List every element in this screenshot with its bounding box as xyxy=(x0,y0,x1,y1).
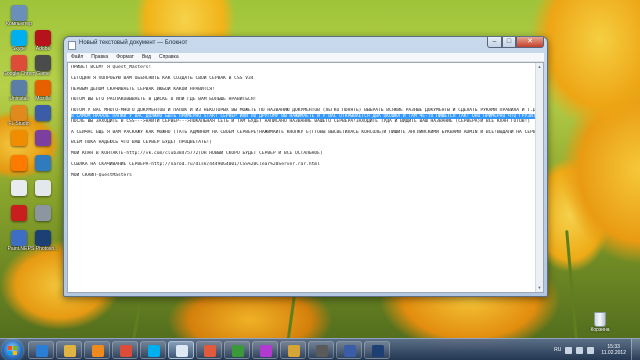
notepad-icon xyxy=(176,345,188,357)
taskbar-button[interactable] xyxy=(364,341,390,359)
desktop-icon-label: Game xyxy=(36,71,50,77)
desktop-icon-label: Adobe xyxy=(35,46,51,52)
recycle-bin-label: Корзина xyxy=(590,327,610,333)
desktop-icon[interactable]: Mozilla xyxy=(27,80,59,102)
menu-help[interactable]: Справка xyxy=(159,54,179,60)
clock[interactable]: 15:33 11.02.2012 xyxy=(601,344,626,356)
taskbar-button[interactable] xyxy=(84,341,110,359)
taskbar-button[interactable] xyxy=(140,341,166,359)
taskbar-button[interactable] xyxy=(56,341,82,359)
desktop-icon[interactable]: PS Photosh... xyxy=(27,230,59,252)
taskbar-button[interactable] xyxy=(280,341,306,359)
adobe-icon xyxy=(35,30,51,46)
desktop-icon[interactable] xyxy=(27,130,59,146)
skype-icon xyxy=(148,345,160,357)
paint-icon xyxy=(204,345,216,357)
desktop-icon-label: Компьютер xyxy=(6,21,32,27)
fl-studio-icon xyxy=(11,105,27,121)
explorer-icon xyxy=(64,345,76,357)
folder-icon xyxy=(288,345,300,357)
taskbar: RU 15:33 11.02.2012 xyxy=(0,338,640,360)
desktop-icon[interactable]: Game xyxy=(27,55,59,77)
title-bar[interactable]: Новый текстовый документ — Блокнот – □ ✕ xyxy=(64,37,547,53)
text-line[interactable]: ПОСЛЕ ВЫ ЗАХОДИТЕ В CSS--->НАЙТИ СЕРВЕР-… xyxy=(71,119,540,124)
photoshop-icon xyxy=(35,230,51,246)
maximize-button[interactable]: □ xyxy=(502,37,516,48)
system-tray: RU 15:33 11.02.2012 xyxy=(554,342,626,358)
scroll-up-arrow-icon[interactable]: ▲ xyxy=(536,63,543,71)
vertical-scrollbar[interactable]: ▲ ▼ xyxy=(535,63,543,292)
show-desktop-button[interactable] xyxy=(631,339,640,360)
menu-edit[interactable]: Правка xyxy=(91,54,108,60)
game-icon xyxy=(35,55,51,71)
taskbar-button[interactable] xyxy=(252,341,278,359)
text-line[interactable]: МОЙ СКАЙП-QuestMasters xyxy=(71,173,540,178)
printer-icon xyxy=(35,205,51,221)
desktop-icon[interactable] xyxy=(27,205,59,221)
text-line[interactable]: ПОТОМ У ВАС МНОГО-МНОГО ДОКУМЕНТОВ И ПАП… xyxy=(71,108,540,113)
recycle-bin[interactable]: Корзина xyxy=(584,312,616,333)
notepad-window[interactable]: Новый текстовый документ — Блокнот – □ ✕… xyxy=(63,36,548,297)
desktop-icon-label: PS Photosh... xyxy=(27,246,59,252)
music-icon xyxy=(260,345,272,357)
computer-icon xyxy=(11,5,27,21)
recycle-bin-icon xyxy=(594,312,606,327)
media-player-icon xyxy=(92,345,104,357)
taskbar-button[interactable] xyxy=(196,341,222,359)
taskbar-button[interactable] xyxy=(168,341,194,359)
paint-net-icon xyxy=(11,230,27,246)
uninstall-icon xyxy=(11,80,27,96)
window-title: Новый текстовый документ — Блокнот xyxy=(79,40,188,46)
desktop-icon[interactable] xyxy=(27,155,59,171)
archive-icon xyxy=(35,130,51,146)
acrobat-icon xyxy=(11,205,27,221)
music-icon xyxy=(35,155,51,171)
taskbar-button[interactable] xyxy=(336,341,362,359)
video-icon xyxy=(35,105,51,121)
chrome-icon xyxy=(120,345,132,357)
firefox-icon xyxy=(35,80,51,96)
desktop-icon[interactable] xyxy=(27,180,59,196)
document-icon xyxy=(35,180,51,196)
minimize-button[interactable]: – xyxy=(487,37,502,48)
game-icon xyxy=(316,345,328,357)
desktop-icon[interactable]: Adobe xyxy=(27,30,59,52)
taskbar-button[interactable] xyxy=(112,341,138,359)
scroll-down-arrow-icon[interactable]: ▼ xyxy=(536,284,543,292)
avast-icon xyxy=(11,155,27,171)
flag-tray-icon[interactable] xyxy=(565,346,573,354)
video-icon xyxy=(344,345,356,357)
text-editor[interactable]: ПРИВЕТ ВСЕМ! Я Quest_Masters! СЕГОДНЯ Я П… xyxy=(67,62,544,293)
network-tray-icon[interactable] xyxy=(576,346,584,354)
skype-icon xyxy=(11,30,27,46)
photoshop-icon xyxy=(372,345,384,357)
volume-tray-icon[interactable] xyxy=(587,346,595,354)
desktop-icon[interactable] xyxy=(27,105,59,121)
menu-file[interactable]: Файл xyxy=(71,54,83,60)
menu-view[interactable]: Вид xyxy=(142,54,151,60)
ie-icon xyxy=(36,345,48,357)
menu-bar: Файл Правка Формат Вид Справка xyxy=(67,53,544,62)
windows-logo-icon xyxy=(8,346,17,355)
taskbar-button[interactable] xyxy=(28,341,54,359)
desktop-icon-label: Mozilla xyxy=(35,96,51,102)
taskbar-button[interactable] xyxy=(224,341,250,359)
desktop-icon[interactable]: Компьютер xyxy=(3,5,35,27)
vlc-icon xyxy=(11,130,27,146)
text-content[interactable]: ПРИВЕТ ВСЕМ! Я Quest_Masters! СЕГОДНЯ Я П… xyxy=(68,63,543,178)
close-button[interactable]: ✕ xyxy=(516,37,544,48)
chrome-icon xyxy=(11,55,27,71)
media-icon xyxy=(232,345,244,357)
file-icon xyxy=(11,180,27,196)
caption-buttons: – □ ✕ xyxy=(487,37,544,48)
text-line[interactable]: А СЕЙЧАС ЕЩЁ Я ВАМ РАСКАЖУ КАК МОЖНО (ТА… xyxy=(71,130,540,135)
notepad-icon xyxy=(68,41,76,50)
clock-date: 11.02.2012 xyxy=(601,350,626,356)
desktop-icon-label: FL Studio xyxy=(8,121,30,127)
taskbar-button[interactable] xyxy=(308,341,334,359)
start-button[interactable] xyxy=(2,340,23,360)
menu-format[interactable]: Формат xyxy=(116,54,134,60)
language-indicator[interactable]: RU xyxy=(554,347,561,353)
